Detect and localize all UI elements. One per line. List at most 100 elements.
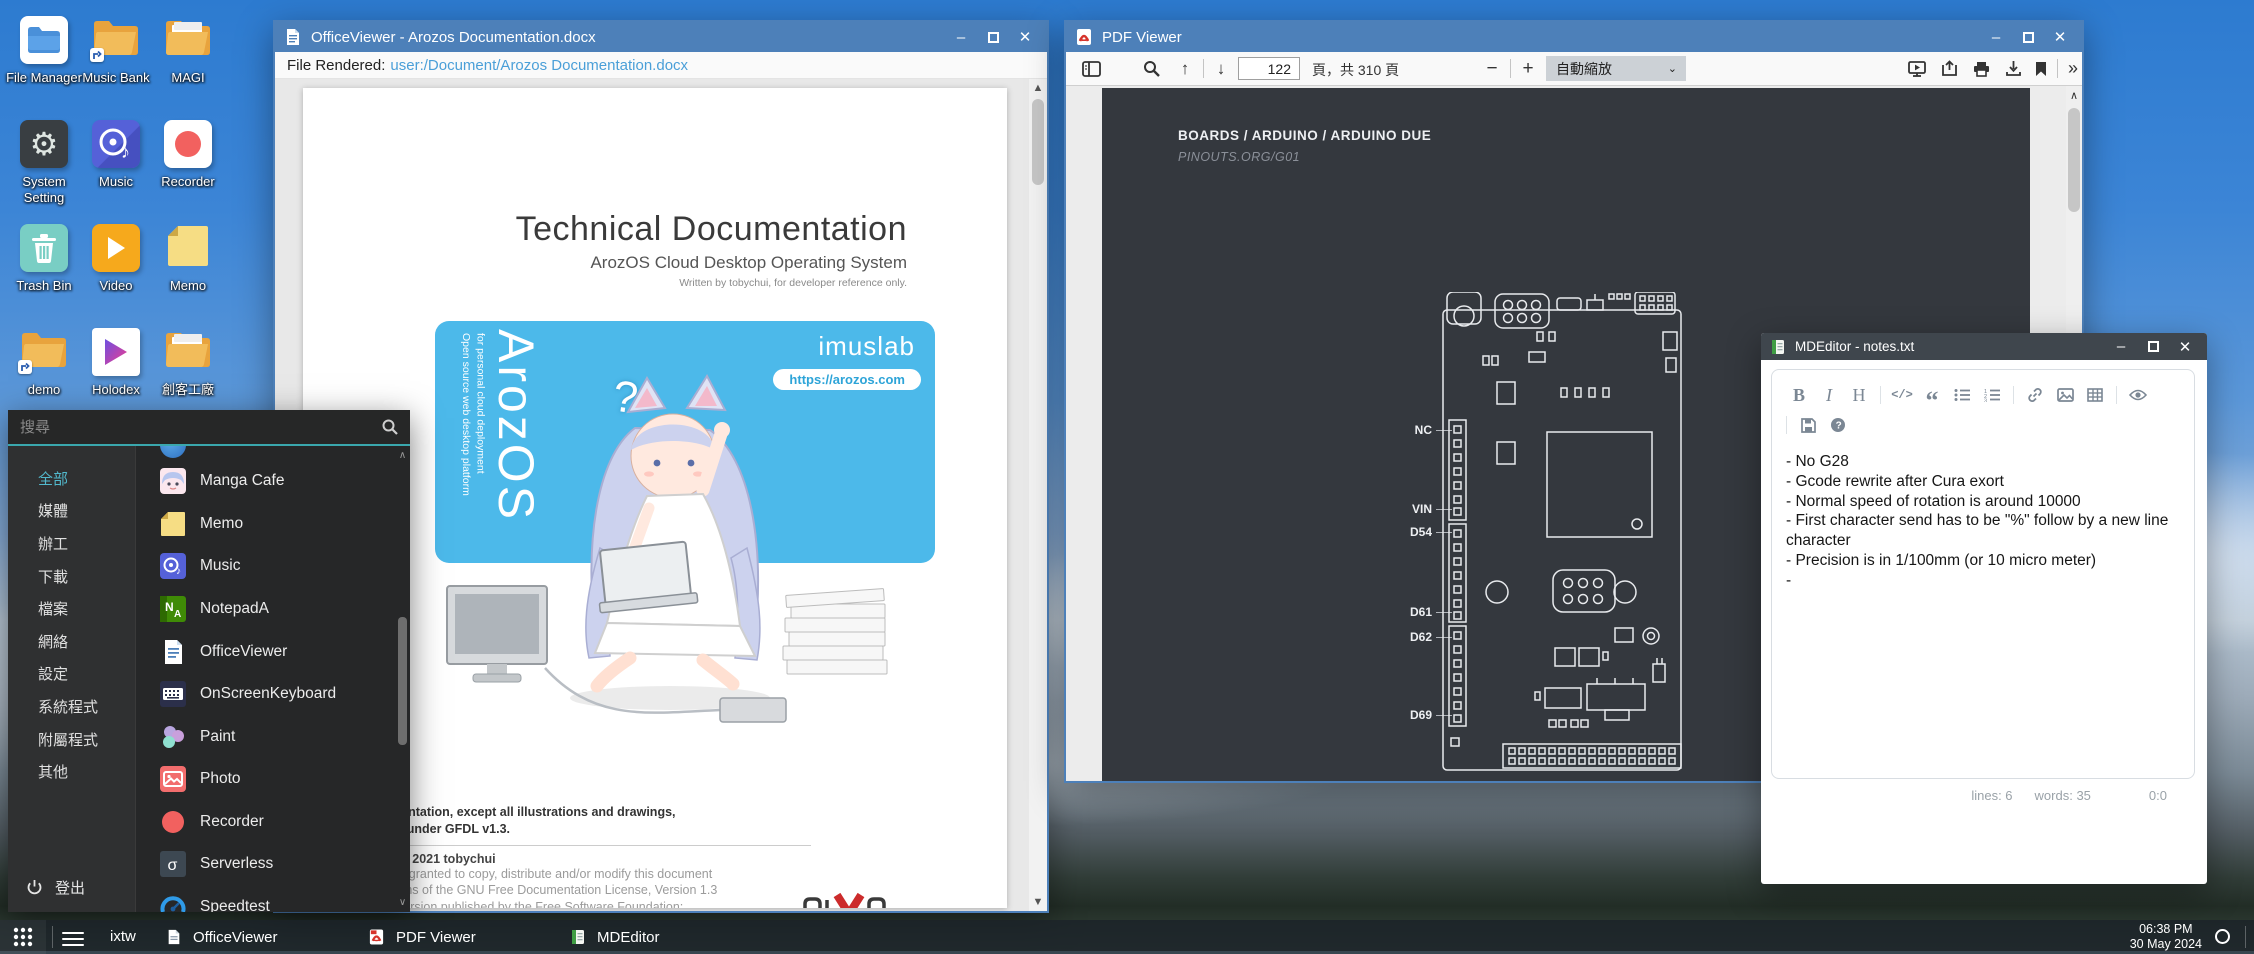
scroll-up-icon[interactable]: ∧ bbox=[396, 450, 409, 461]
desktop-icon-video[interactable]: Video bbox=[78, 224, 154, 294]
scroll-up-icon[interactable]: ▲ bbox=[1029, 82, 1047, 94]
close-button[interactable]: ✕ bbox=[2044, 24, 2076, 50]
document-icon bbox=[160, 639, 186, 665]
search-input[interactable] bbox=[20, 419, 382, 436]
desktop-icon-music[interactable]: ♪ Music bbox=[78, 120, 154, 190]
download-button[interactable] bbox=[1998, 52, 2028, 85]
taskbar-item-pdfviewer[interactable]: PDF Viewer bbox=[358, 920, 486, 954]
bold-button[interactable]: B bbox=[1784, 383, 1814, 407]
officeviewer-titlebar[interactable]: OfficeViewer - Arozos Documentation.docx… bbox=[275, 22, 1047, 52]
mdeditor-titlebar[interactable]: MDEditor - notes.txt – ✕ bbox=[1761, 333, 2207, 360]
scroll-up-icon[interactable]: ∧ bbox=[2066, 89, 2082, 102]
save-button[interactable] bbox=[1793, 413, 1823, 437]
preview-eye-button[interactable] bbox=[2123, 383, 2153, 407]
heading-button[interactable]: H bbox=[1844, 383, 1874, 407]
svg-text:♪: ♪ bbox=[176, 566, 181, 577]
scrollbar-thumb[interactable] bbox=[2068, 108, 2080, 212]
help-button[interactable]: ? bbox=[1823, 413, 1853, 437]
notebook-icon bbox=[1770, 339, 1786, 355]
desktop-icon-music-bank[interactable]: Music Bank bbox=[78, 16, 154, 86]
status-circle-icon[interactable] bbox=[2215, 929, 2230, 944]
username-label: ixtw bbox=[110, 928, 136, 945]
presentation-mode-button[interactable] bbox=[1902, 52, 1932, 85]
page-number-input[interactable] bbox=[1238, 57, 1300, 80]
note-icon bbox=[160, 511, 186, 537]
code-button[interactable]: </> bbox=[1887, 383, 1917, 407]
italic-button[interactable]: I bbox=[1814, 383, 1844, 407]
scrollbar-thumb[interactable] bbox=[398, 617, 407, 745]
desktop-icon-demo[interactable]: demo bbox=[6, 328, 82, 398]
more-tools-button[interactable]: » bbox=[2061, 52, 2085, 85]
desktop-icon-maker-factory[interactable]: 創客工廠 bbox=[150, 328, 226, 398]
scrollbar-thumb[interactable] bbox=[1032, 99, 1044, 185]
app-item-photo[interactable]: Photo bbox=[136, 765, 410, 793]
app-item-notepada[interactable]: NA NotepadA bbox=[136, 595, 410, 623]
category-accessories[interactable]: 附屬程式 bbox=[8, 723, 135, 756]
maximize-button[interactable] bbox=[2137, 336, 2169, 358]
zoom-mode-select[interactable]: 自動縮放 ⌄ bbox=[1546, 56, 1686, 81]
start-button[interactable] bbox=[0, 920, 46, 954]
quote-button[interactable]: “ bbox=[1917, 383, 1947, 407]
desktop-icon-holodex[interactable]: Holodex bbox=[78, 328, 154, 398]
editor-text[interactable]: - No G28 - Gcode rewrite after Cura exor… bbox=[1772, 440, 2194, 603]
link-button[interactable] bbox=[2020, 383, 2050, 407]
search-icon[interactable] bbox=[1136, 52, 1166, 85]
app-item-recorder[interactable]: Recorder bbox=[136, 808, 410, 836]
category-network[interactable]: 網絡 bbox=[8, 625, 135, 658]
minimize-button[interactable]: – bbox=[2105, 336, 2137, 358]
desktop-icon-magi[interactable]: MAGI bbox=[150, 16, 226, 86]
search-icon[interactable] bbox=[382, 419, 398, 435]
category-settings[interactable]: 設定 bbox=[8, 658, 135, 691]
category-other[interactable]: 其他 bbox=[8, 755, 135, 788]
minimize-button[interactable]: – bbox=[1980, 24, 2012, 50]
open-file-button[interactable] bbox=[1934, 52, 1964, 85]
scroll-down-icon[interactable]: ∨ bbox=[396, 897, 409, 908]
maximize-button[interactable] bbox=[2012, 24, 2044, 50]
desktop-icon-file-manager[interactable]: File Manager bbox=[6, 16, 82, 86]
app-item-officeviewer[interactable]: OfficeViewer bbox=[136, 638, 410, 666]
next-page-button[interactable]: ↓ bbox=[1208, 52, 1234, 85]
scroll-down-icon[interactable]: ▼ bbox=[1029, 896, 1047, 908]
taskbar-item-officeviewer[interactable]: OfficeViewer bbox=[156, 920, 288, 954]
menu-hamburger-icon[interactable] bbox=[62, 928, 84, 950]
app-item-serverless[interactable]: σ Serverless bbox=[136, 850, 410, 878]
desktop-icon-system-setting[interactable]: ⚙ System Setting bbox=[6, 120, 82, 205]
zoom-out-button[interactable]: − bbox=[1478, 52, 1506, 85]
image-button[interactable] bbox=[2050, 383, 2080, 407]
imuslab-logo bbox=[801, 892, 897, 908]
desktop-icon-memo[interactable]: Memo bbox=[150, 224, 226, 294]
category-media[interactable]: 媒體 bbox=[8, 495, 135, 528]
minimize-button[interactable]: – bbox=[945, 24, 977, 50]
sidebar-toggle-button[interactable] bbox=[1076, 52, 1106, 85]
app-list-scrollbar[interactable]: ∧ ∨ bbox=[396, 446, 409, 912]
maximize-button[interactable] bbox=[977, 24, 1009, 50]
app-item-onscreenkeyboard[interactable]: OnScreenKeyboard bbox=[136, 680, 410, 708]
document-scrollbar[interactable]: ▲ ▼ bbox=[1029, 79, 1047, 911]
logout-button[interactable]: 登出 bbox=[26, 877, 85, 898]
category-office[interactable]: 辦工 bbox=[8, 527, 135, 560]
numbered-list-button[interactable]: 123 bbox=[1977, 383, 2007, 407]
category-system[interactable]: 系統程式 bbox=[8, 690, 135, 723]
category-all[interactable]: 全部 bbox=[8, 462, 135, 495]
table-button[interactable] bbox=[2080, 383, 2110, 407]
category-files[interactable]: 檔案 bbox=[8, 592, 135, 625]
taskbar-item-mdeditor[interactable]: MDEditor bbox=[560, 920, 670, 954]
desktop-icon-trash-bin[interactable]: Trash Bin bbox=[6, 224, 82, 294]
app-item-memo[interactable]: Memo bbox=[136, 510, 410, 538]
category-download[interactable]: 下載 bbox=[8, 560, 135, 593]
app-item-manga-cafe[interactable]: Manga Cafe bbox=[136, 467, 410, 495]
previous-page-button[interactable]: ↑ bbox=[1172, 52, 1198, 85]
close-button[interactable]: ✕ bbox=[1009, 24, 1041, 50]
desktop-icon-recorder[interactable]: Recorder bbox=[150, 120, 226, 190]
pin-label: D61 bbox=[1392, 605, 1432, 619]
app-item-speedtest[interactable]: Speedtest bbox=[136, 893, 410, 912]
zoom-in-button[interactable]: + bbox=[1514, 52, 1542, 85]
pdfviewer-titlebar[interactable]: PDF Viewer – ✕ bbox=[1066, 22, 2082, 52]
app-item-paint[interactable]: Paint bbox=[136, 723, 410, 751]
close-button[interactable]: ✕ bbox=[2169, 336, 2201, 358]
bullet-list-button[interactable] bbox=[1947, 383, 1977, 407]
app-item-music[interactable]: ♪ Music bbox=[136, 552, 410, 580]
file-rendered-link[interactable]: user:/Document/Arozos Documentation.docx bbox=[390, 57, 688, 74]
print-button[interactable] bbox=[1966, 52, 1996, 85]
bookmark-icon[interactable] bbox=[2028, 52, 2054, 85]
